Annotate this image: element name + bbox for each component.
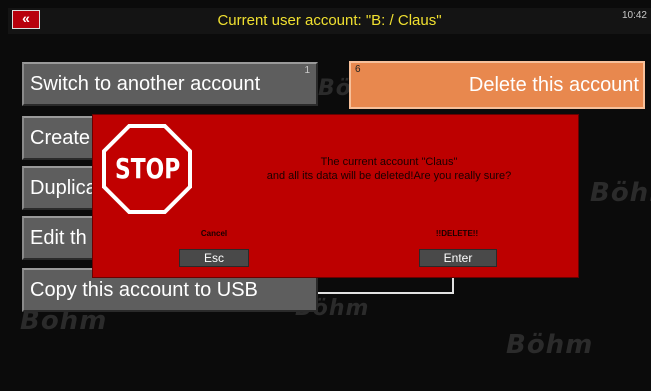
delete-confirm-dialog: STOP The current account "Claus" and all…	[92, 114, 579, 278]
button-label: Switch to another account	[30, 73, 261, 95]
button-label: Duplica	[30, 177, 97, 199]
message-line: The current account "Claus"	[320, 156, 458, 168]
button-label: Copy this account to USB	[30, 279, 258, 301]
switch-account-button[interactable]: Switch to another account 1	[22, 62, 318, 106]
button-label: Create	[30, 127, 91, 149]
delete-caption: !!DELETE!!	[435, 229, 479, 238]
cancel-button[interactable]: Esc	[179, 249, 249, 267]
button-label: Delete this account	[468, 74, 639, 96]
brand-watermark: Böhm	[506, 330, 594, 360]
screen: Böhm Böhm Böhm Böhm Böhm « Current user …	[0, 0, 651, 391]
button-number: 1	[304, 65, 310, 76]
button-number: 6	[355, 64, 361, 75]
confirm-delete-button[interactable]: Enter	[419, 249, 497, 267]
brand-watermark: Böhm	[590, 178, 651, 208]
delete-account-button[interactable]: 6 Delete this account	[349, 61, 645, 109]
stop-sign-icon: STOP	[102, 124, 192, 214]
dialog-message: The current account "Claus" and all its …	[193, 155, 585, 183]
stop-sign-text: STOP	[115, 152, 181, 185]
page-title: Current user account: "B: / Claus"	[217, 12, 442, 29]
message-line: and all its data will be deleted!Are you…	[266, 170, 512, 182]
header-bar: « Current user account: "B: / Claus" 10:…	[8, 8, 651, 34]
cancel-caption: Cancel	[200, 229, 228, 238]
clock: 10:42	[621, 10, 647, 21]
button-label: Edit th	[30, 227, 87, 249]
